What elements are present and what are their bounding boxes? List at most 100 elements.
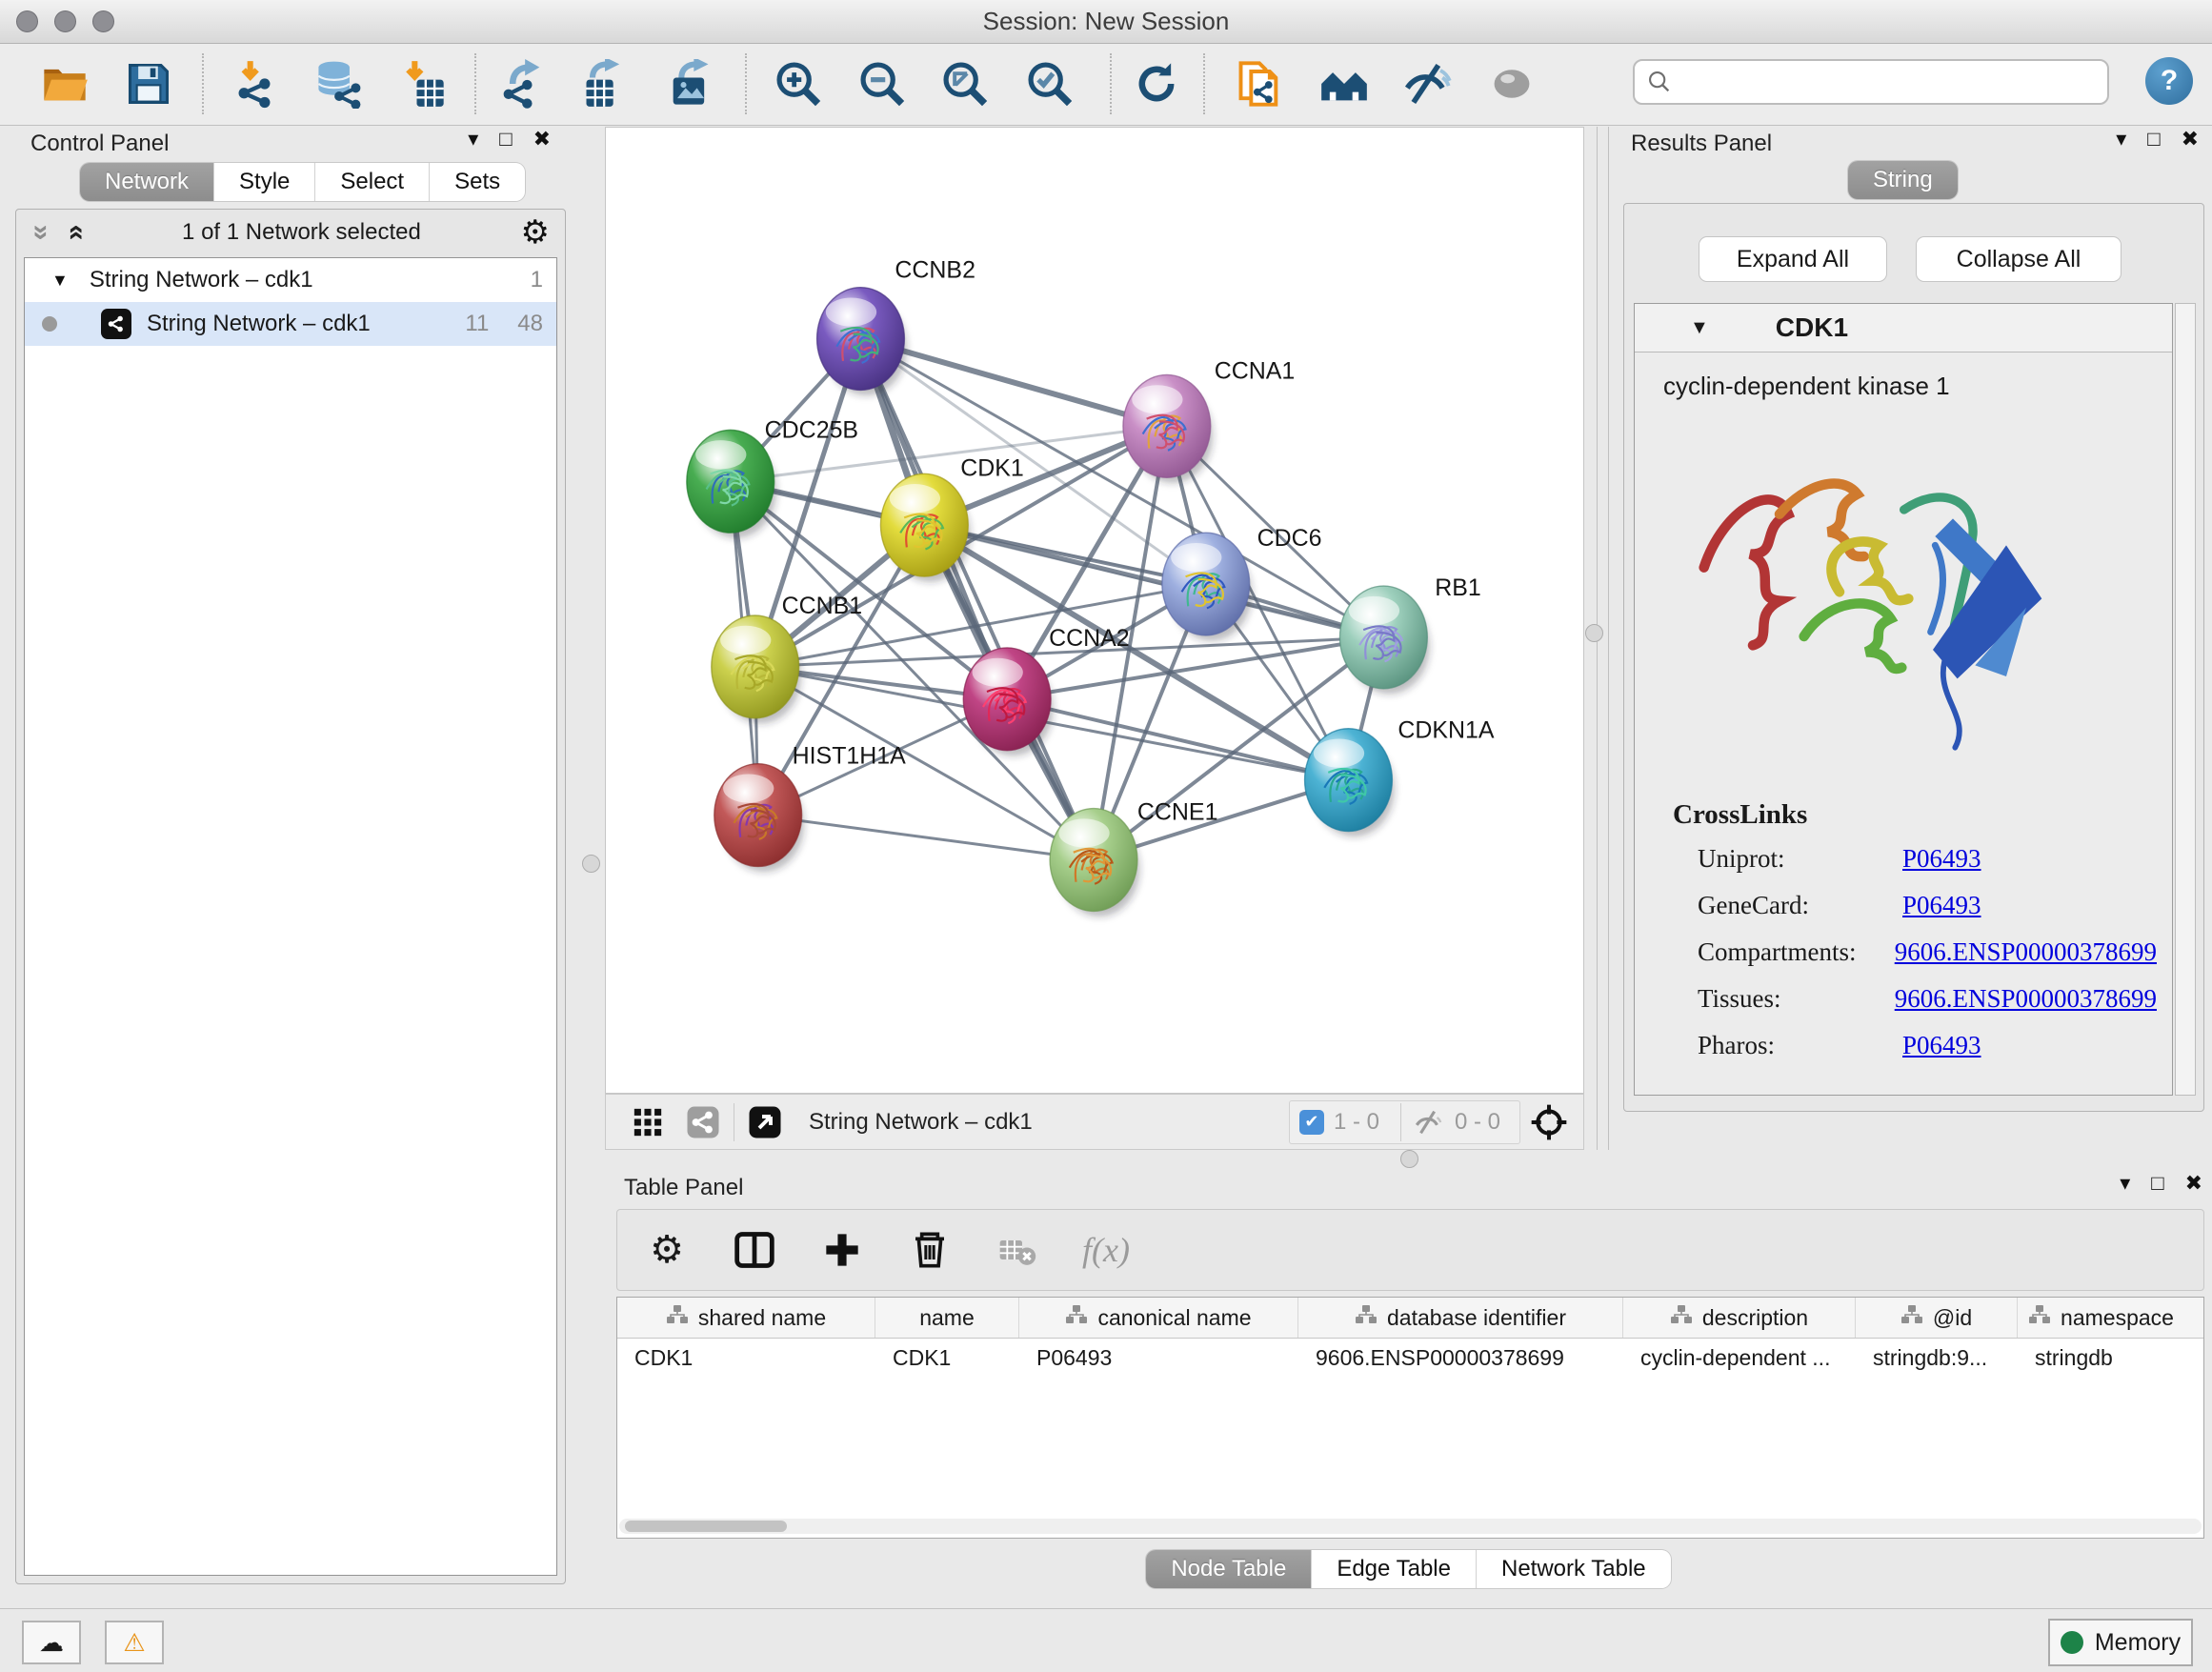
- crosslink-link[interactable]: 9606.ENSP00000378699: [1895, 937, 2157, 967]
- section-expander-icon[interactable]: ▼: [1690, 317, 1709, 339]
- help-button[interactable]: ?: [2145, 57, 2193, 105]
- panel-menu-icon[interactable]: ▾: [468, 127, 478, 151]
- crosslink-link[interactable]: P06493: [1902, 844, 1981, 874]
- hide-selected-button[interactable]: [1401, 57, 1455, 111]
- edge-count: 48: [517, 311, 543, 337]
- scrollbar-thumb[interactable]: [625, 1521, 787, 1532]
- table-row[interactable]: CDK1 CDK1 P06493 9606.ENSP00000378699 cy…: [617, 1339, 2203, 1377]
- collection-expander-icon[interactable]: ▼: [51, 271, 69, 291]
- search-input[interactable]: [1673, 68, 2086, 96]
- close-window-icon[interactable]: [16, 10, 38, 32]
- cell-shared-name[interactable]: CDK1: [617, 1339, 875, 1377]
- zoom-out-button[interactable]: [855, 57, 909, 111]
- panel-float-icon[interactable]: □: [2151, 1171, 2163, 1196]
- cell-database-identifier[interactable]: 9606.ENSP00000378699: [1298, 1339, 1623, 1377]
- column-header-canonical-name[interactable]: canonical name: [1019, 1298, 1298, 1338]
- left-splitter-handle[interactable]: [582, 855, 600, 873]
- network-canvas[interactable]: CCNB2CCNA1CDC25BCDK1CDC6RB1CCNB1CCNA2CDK…: [605, 127, 1584, 1094]
- column-header-database-identifier[interactable]: database identifier: [1298, 1298, 1623, 1338]
- crosslink-row: Compartments: 9606.ENSP00000378699: [1673, 937, 2157, 967]
- cell-canonical-name[interactable]: P06493: [1019, 1339, 1298, 1377]
- column-header-shared-name[interactable]: shared name: [617, 1298, 875, 1338]
- zoom-window-icon[interactable]: [92, 10, 114, 32]
- expand-all-networks-icon[interactable]: »: [27, 225, 55, 241]
- crosslink-link[interactable]: 9606.ENSP00000378699: [1895, 984, 2157, 1014]
- node-count: 11: [465, 311, 489, 337]
- table-horizontal-scrollbar[interactable]: [619, 1519, 2202, 1534]
- cell-description[interactable]: cyclin-dependent ...: [1623, 1339, 1856, 1377]
- minimize-window-icon[interactable]: [54, 10, 76, 32]
- network-share-icon[interactable]: [684, 1103, 722, 1141]
- network-graph[interactable]: CCNB2CCNA1CDC25BCDK1CDC6RB1CCNB1CCNA2CDK…: [606, 128, 1583, 1093]
- tab-node-table[interactable]: Node Table: [1146, 1550, 1312, 1588]
- panel-close-icon[interactable]: ✖: [533, 127, 551, 151]
- results-scrollbar[interactable]: [2175, 303, 2196, 1096]
- import-table-button[interactable]: [396, 57, 450, 111]
- panel-close-icon[interactable]: ✖: [2185, 1171, 2202, 1196]
- tab-network[interactable]: Network: [80, 163, 214, 201]
- network-collection-row[interactable]: ▼ String Network – cdk1 1: [25, 258, 556, 302]
- cell-namespace[interactable]: stringdb: [2018, 1339, 2184, 1377]
- first-neighbors-button[interactable]: [1317, 57, 1371, 111]
- gene-name: CDK1: [1776, 312, 1848, 343]
- selected-checkbox-icon[interactable]: ✔: [1299, 1110, 1324, 1135]
- show-columns-icon[interactable]: [732, 1227, 777, 1273]
- apply-layout-button[interactable]: [1130, 57, 1183, 111]
- export-network-button[interactable]: [496, 57, 550, 111]
- crosslink-link[interactable]: P06493: [1902, 891, 1981, 920]
- open-session-button[interactable]: [38, 57, 91, 111]
- panel-close-icon[interactable]: ✖: [2182, 127, 2199, 151]
- gene-section-header[interactable]: ▼ CDK1: [1635, 304, 2172, 353]
- collapse-all-networks-icon[interactable]: »: [60, 225, 89, 241]
- zoom-in-button[interactable]: [772, 57, 825, 111]
- cell-name[interactable]: CDK1: [875, 1339, 1019, 1377]
- toolbar-separator: [1110, 53, 1112, 114]
- network-row[interactable]: String Network – cdk1 11 48: [25, 302, 556, 346]
- tab-network-table[interactable]: Network Table: [1477, 1550, 1671, 1588]
- panel-float-icon[interactable]: □: [499, 127, 512, 151]
- column-header-name[interactable]: name: [875, 1298, 1019, 1338]
- delete-column-icon[interactable]: [907, 1227, 953, 1273]
- toolbar-search[interactable]: [1633, 59, 2109, 105]
- export-view-icon[interactable]: [746, 1103, 784, 1141]
- column-header-namespace[interactable]: namespace: [2018, 1298, 2184, 1338]
- column-type-icon: [1670, 1303, 1693, 1332]
- fit-selected-crosshair-icon[interactable]: [1530, 1103, 1568, 1141]
- cell-id[interactable]: stringdb:9...: [1856, 1339, 2018, 1377]
- bottom-splitter-handle[interactable]: [1400, 1150, 1418, 1168]
- crosslink-link[interactable]: P06493: [1902, 1031, 1981, 1060]
- table-options-gear-icon[interactable]: ⚙: [644, 1227, 690, 1273]
- import-network-button[interactable]: [228, 57, 281, 111]
- warnings-button[interactable]: ⚠: [105, 1621, 164, 1664]
- column-header-description[interactable]: description: [1623, 1298, 1856, 1338]
- show-all-button[interactable]: [1485, 57, 1538, 111]
- network-node-cdc6: CDC6: [1162, 525, 1322, 640]
- import-network-from-database-button[interactable]: [312, 57, 365, 111]
- tab-select[interactable]: Select: [315, 163, 430, 201]
- duplicate-network-button[interactable]: [1233, 57, 1286, 111]
- column-header-id[interactable]: @id: [1856, 1298, 2018, 1338]
- tab-edge-table[interactable]: Edge Table: [1312, 1550, 1477, 1588]
- collapse-all-button[interactable]: Collapse All: [1916, 236, 2122, 282]
- cloud-services-button[interactable]: ☁: [22, 1621, 81, 1664]
- panel-float-icon[interactable]: □: [2147, 127, 2160, 151]
- node-table[interactable]: shared name name canonical name database…: [616, 1297, 2204, 1539]
- export-table-button[interactable]: [578, 57, 632, 111]
- tab-string[interactable]: String: [1848, 161, 1958, 199]
- memory-button[interactable]: Memory: [2048, 1619, 2193, 1666]
- panel-menu-icon[interactable]: ▾: [2120, 1171, 2130, 1196]
- create-column-icon[interactable]: [819, 1227, 865, 1273]
- zoom-selected-button[interactable]: [1023, 57, 1076, 111]
- network-options-gear-icon[interactable]: ⚙: [521, 213, 550, 252]
- save-session-button[interactable]: [122, 57, 175, 111]
- eye-slash-icon: [1403, 59, 1453, 109]
- right-splitter-handle[interactable]: [1585, 624, 1603, 642]
- expand-all-button[interactable]: Expand All: [1699, 236, 1887, 282]
- export-image-button[interactable]: [663, 57, 716, 111]
- zoom-fit-button[interactable]: [938, 57, 992, 111]
- tab-sets[interactable]: Sets: [430, 163, 525, 201]
- birds-eye-view-icon[interactable]: [629, 1103, 667, 1141]
- panel-menu-icon[interactable]: ▾: [2116, 127, 2126, 151]
- tab-style[interactable]: Style: [214, 163, 315, 201]
- svg-text:CCNA1: CCNA1: [1215, 357, 1296, 384]
